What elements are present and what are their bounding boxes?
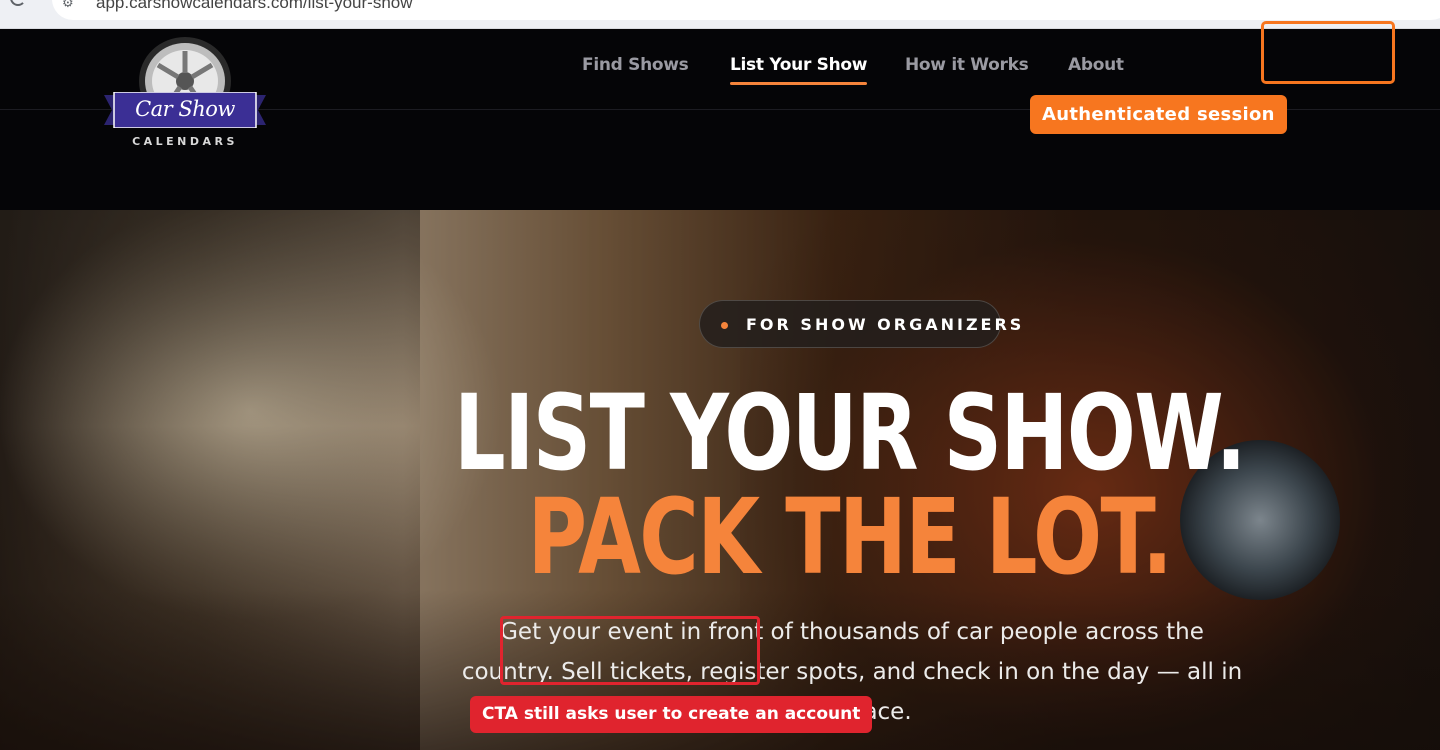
badge-text: FOR SHOW ORGANIZERS (746, 315, 1025, 334)
hero-headline-accent: PACK THE LOT. (527, 476, 1173, 598)
url-text[interactable]: app.carshowcalendars.com/list-your-show (96, 0, 413, 13)
active-nav-indicator (730, 82, 868, 85)
nav-find-shows[interactable]: Find Shows (582, 55, 689, 75)
main-nav: Find Shows List Your Show How it Works A… (0, 55, 1440, 85)
badge-dot-icon (721, 322, 728, 329)
logo-subtitle: CALENDARS (132, 135, 238, 148)
site-header: Car Show CALENDARS Find Shows List Your … (0, 21, 1440, 210)
nav-list-your-show-label: List Your Show (730, 55, 868, 75)
nav-how-it-works[interactable]: How it Works (905, 55, 1029, 75)
site-info-icon[interactable]: ⚙ (62, 0, 74, 11)
browser-address-bar: ⚙ app.carshowcalendars.com/list-your-sho… (0, 0, 1440, 29)
nav-about[interactable]: About (1068, 55, 1124, 75)
organizer-badge: FOR SHOW ORGANIZERS (699, 300, 1021, 348)
auth-highlight-box (1261, 21, 1395, 84)
hero-section: FOR SHOW ORGANIZERS LIST YOUR SHOW. PACK… (0, 210, 1440, 750)
logo-script-text: Car Show (135, 97, 235, 121)
cta-highlight-box (500, 616, 760, 685)
reload-icon[interactable] (10, 0, 26, 6)
nav-list-your-show[interactable]: List Your Show (730, 55, 868, 85)
auth-annotation-label: Authenticated session (1030, 95, 1287, 134)
cta-annotation-label: CTA still asks user to create an account (470, 696, 873, 733)
